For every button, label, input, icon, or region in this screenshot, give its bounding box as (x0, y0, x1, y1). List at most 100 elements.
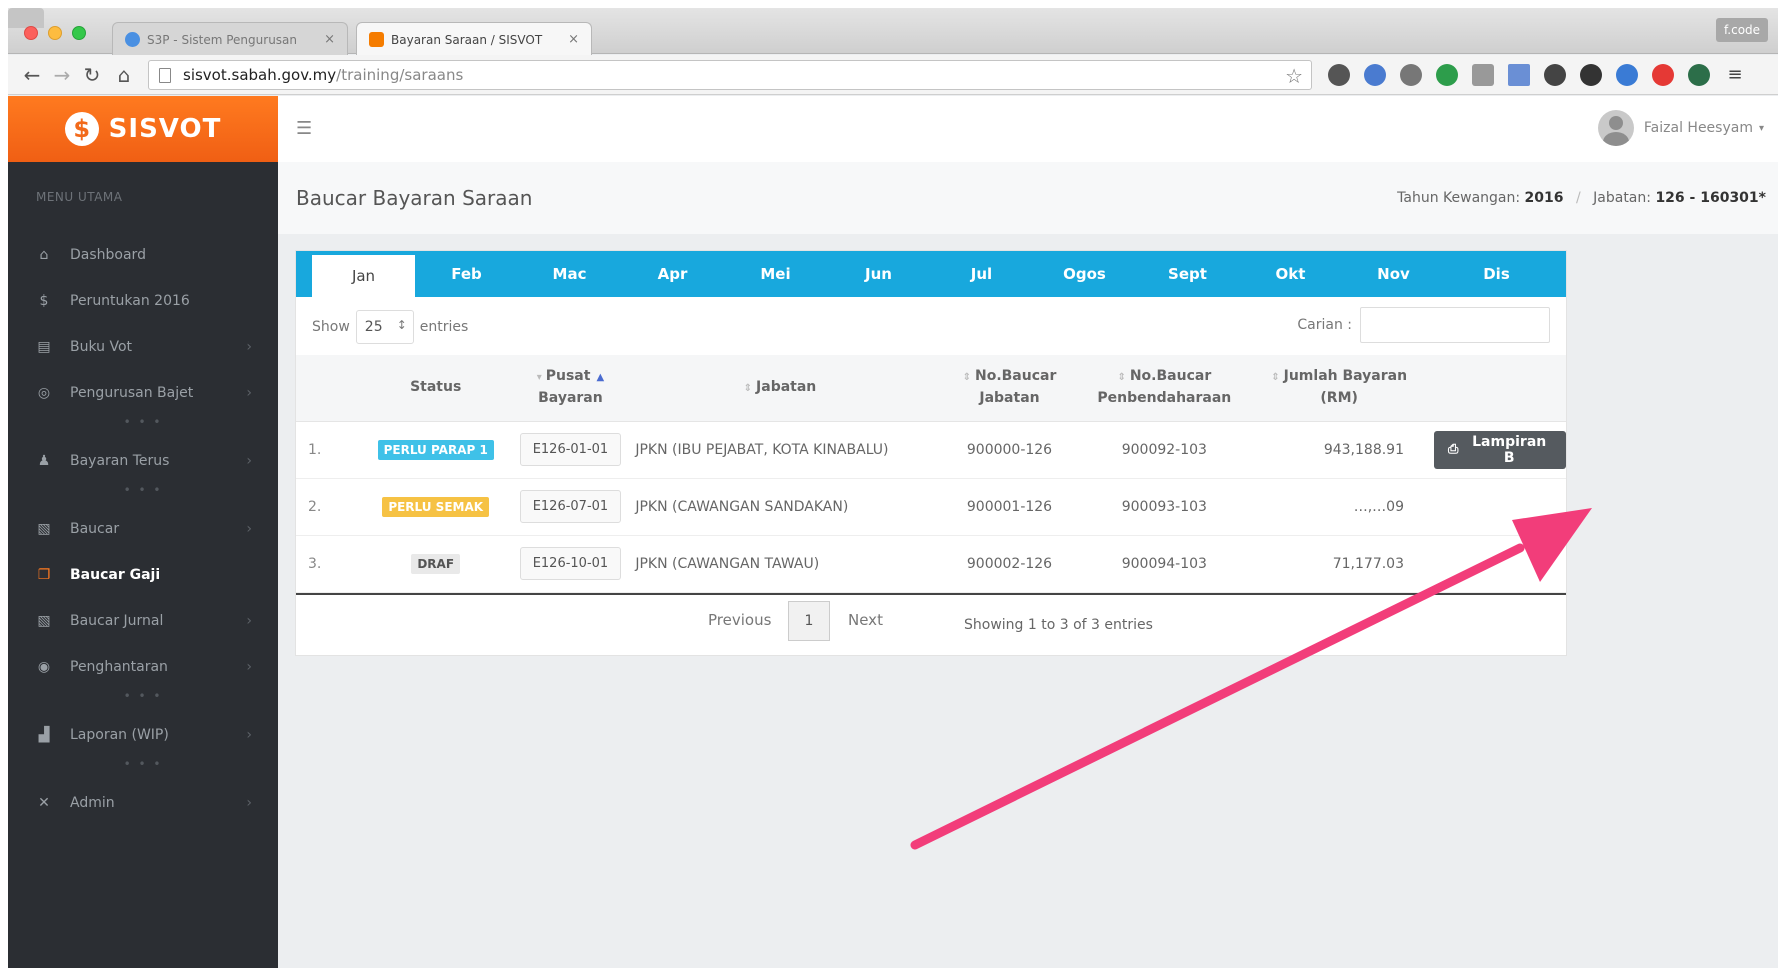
col-number (296, 355, 356, 422)
sidebar-item-label: Baucar Jurnal (70, 613, 164, 629)
sidebar-item-baucar-jurnal[interactable]: ▧ Baucar Jurnal › (8, 598, 278, 644)
browser-toolbar: ← → ↻ ⌂ sisvot.sabah.gov.my /training/sa… (8, 55, 1778, 95)
sidebar-item-admin[interactable]: ✕ Admin › (8, 780, 278, 826)
extension-icon[interactable] (1364, 64, 1386, 86)
extension-icon[interactable] (1436, 64, 1458, 86)
reload-icon[interactable]: ↻ (80, 63, 104, 87)
new-tab-button[interactable] (8, 8, 44, 28)
back-arrow-icon[interactable]: ← (20, 63, 44, 87)
brand-logo[interactable]: $ SISVOT (8, 96, 278, 162)
tab-jan[interactable]: Jan (312, 255, 415, 297)
book-icon: ▤ (37, 339, 51, 355)
page-icon (159, 67, 171, 83)
user-menu[interactable]: Faizal Heesyam ▾ (1597, 110, 1764, 146)
col-pusat-bayaran[interactable]: ▾ Pusat ▲ Bayaran (515, 355, 626, 422)
browser-profile-chip[interactable]: f.code (1716, 18, 1768, 42)
gear-icon[interactable] (1544, 64, 1566, 86)
sidebar-toggle-icon[interactable]: ☰ (296, 118, 312, 139)
tab-mei[interactable]: Mei (724, 251, 827, 297)
sidebar-item-laporan[interactable]: ▟ Laporan (WIP) › (8, 712, 278, 758)
forward-arrow-icon[interactable]: → (50, 63, 74, 87)
tab-feb[interactable]: Feb (415, 251, 518, 297)
tab-dis[interactable]: Dis (1445, 251, 1548, 297)
pagination: Previous 1 Next Showing 1 to 3 of 3 entr… (296, 592, 1566, 651)
user-icon: ♟ (37, 453, 51, 469)
page-title: Baucar Bayaran Saraan (296, 186, 533, 210)
maximize-window-button[interactable] (72, 26, 86, 40)
extension-icon[interactable] (1616, 64, 1638, 86)
caret-down-icon: ▾ (1758, 122, 1764, 134)
sidebar-item-penghantaran[interactable]: ◉ Penghantaran › (8, 644, 278, 690)
chevron-right-icon: › (246, 385, 252, 401)
dollar-logo-icon: $ (64, 112, 99, 146)
tab-title: Bayaran Saraan / SISVOT (391, 32, 543, 47)
bookmark-star-icon[interactable]: ☆ (1285, 64, 1303, 88)
extension-icon[interactable] (1328, 64, 1350, 86)
address-bar[interactable]: sisvot.sabah.gov.my /training/saraans ☆ (148, 60, 1312, 90)
tools-icon: ✕ (38, 795, 50, 811)
sidebar-item-bayaran-terus[interactable]: ♟ Bayaran Terus › (8, 438, 278, 484)
sidebar-item-dashboard[interactable]: ⌂ Dashboard (8, 232, 278, 278)
previous-button[interactable]: Previous (708, 611, 771, 629)
menu-separator: • • • (123, 689, 163, 703)
sidebar-item-baucar-gaji[interactable]: ❐ Baucar Gaji (8, 552, 278, 598)
adblock-icon[interactable] (1652, 64, 1674, 86)
sidebar-item-label: Bayaran Terus (70, 453, 170, 469)
tab-close-icon[interactable]: × (568, 32, 579, 47)
year-value: 2016 (1524, 190, 1564, 206)
sidebar-item-label: Peruntukan 2016 (70, 293, 190, 309)
browser-tab-sisvot[interactable]: Bayaran Saraan / SISVOT × (356, 22, 592, 56)
tab-okt[interactable]: Okt (1239, 251, 1342, 297)
sidebar-item-peruntukan[interactable]: $ Peruntukan 2016 (8, 278, 278, 324)
tab-mac[interactable]: Mac (518, 251, 621, 297)
dept-value: 126 - 160301* (1655, 190, 1766, 206)
extension-icon[interactable] (1508, 64, 1530, 86)
sort-icon: ⇕ (1271, 372, 1280, 384)
sidebar-item-label: Baucar (70, 521, 120, 537)
print-icon: ⎙ (1448, 442, 1459, 457)
tab-sept[interactable]: Sept (1136, 251, 1239, 297)
extension-icon[interactable] (1580, 64, 1602, 86)
minimize-window-button[interactable] (48, 26, 62, 40)
pusat-code: E126-07-01 (519, 490, 622, 523)
extension-icon[interactable] (1688, 64, 1710, 86)
sidebar-item-buku-vot[interactable]: ▤ Buku Vot › (8, 324, 278, 370)
home-icon[interactable]: ⌂ (112, 63, 136, 87)
col-no-baucar-perbendaharaan[interactable]: ⇕ No.Baucar Penbendaharaan (1084, 355, 1245, 422)
next-button[interactable]: Next (848, 611, 883, 629)
extension-icon[interactable] (1472, 64, 1494, 86)
col-jumlah-bayaran[interactable]: ⇕ Jumlah Bayaran (RM) (1244, 355, 1434, 422)
col-jabatan[interactable]: ⇕ Jabatan (625, 355, 935, 422)
menu-heading: MENU UTAMA (36, 190, 123, 204)
tab-jul[interactable]: Jul (930, 251, 1033, 297)
extension-icon[interactable] (1400, 64, 1422, 86)
sidebar-item-pengurusan-bajet[interactable]: ◎ Pengurusan Bajet › (8, 370, 278, 416)
tab-close-icon[interactable]: × (324, 32, 335, 47)
sidebar-item-label: Dashboard (70, 247, 146, 263)
sidebar-item-label: Laporan (WIP) (70, 727, 169, 743)
entries-select[interactable]: 25 (355, 310, 414, 344)
top-header: ☰ Faizal Heesyam ▾ (278, 96, 1778, 162)
browser-window: S3P - Sistem Pengurusan × Bayaran Saraan… (8, 8, 1778, 968)
search-input[interactable] (1360, 307, 1550, 343)
tab-ogos[interactable]: Ogos (1033, 251, 1136, 297)
meta-separator: / (1575, 190, 1581, 206)
dept-label: Jabatan: (1593, 190, 1651, 206)
status-cell: PERLU SEMAK (355, 478, 516, 536)
tab-apr[interactable]: Apr (621, 251, 724, 297)
lampiran-b-button[interactable]: ⎙ Lampiran B (1434, 430, 1566, 469)
header-label: (RM) (1320, 390, 1358, 407)
col-no-baucar-jabatan[interactable]: ⇕ No.Baucar Jabatan (934, 355, 1085, 422)
budget-icon: ◎ (37, 385, 51, 401)
browser-menu-icon[interactable]: ≡ (1724, 64, 1746, 86)
tab-title: S3P - Sistem Pengurusan (147, 32, 298, 47)
table-row: 1. PERLU PARAP 1 E126-01-01 JPKN (IBU PE… (296, 421, 1566, 479)
sidebar-item-baucar[interactable]: ▧ Baucar › (8, 506, 278, 552)
voucher-panel: Jan Feb Mac Apr Mei Jun Jul Ogos Sept Ok… (295, 250, 1567, 656)
tab-jun[interactable]: Jun (827, 251, 930, 297)
close-window-button[interactable] (24, 26, 38, 40)
tab-nov[interactable]: Nov (1342, 251, 1445, 297)
search-label: Carian : (1297, 317, 1352, 333)
browser-tab-s3p[interactable]: S3P - Sistem Pengurusan × (112, 22, 348, 56)
page-button-1[interactable]: 1 (788, 600, 830, 641)
